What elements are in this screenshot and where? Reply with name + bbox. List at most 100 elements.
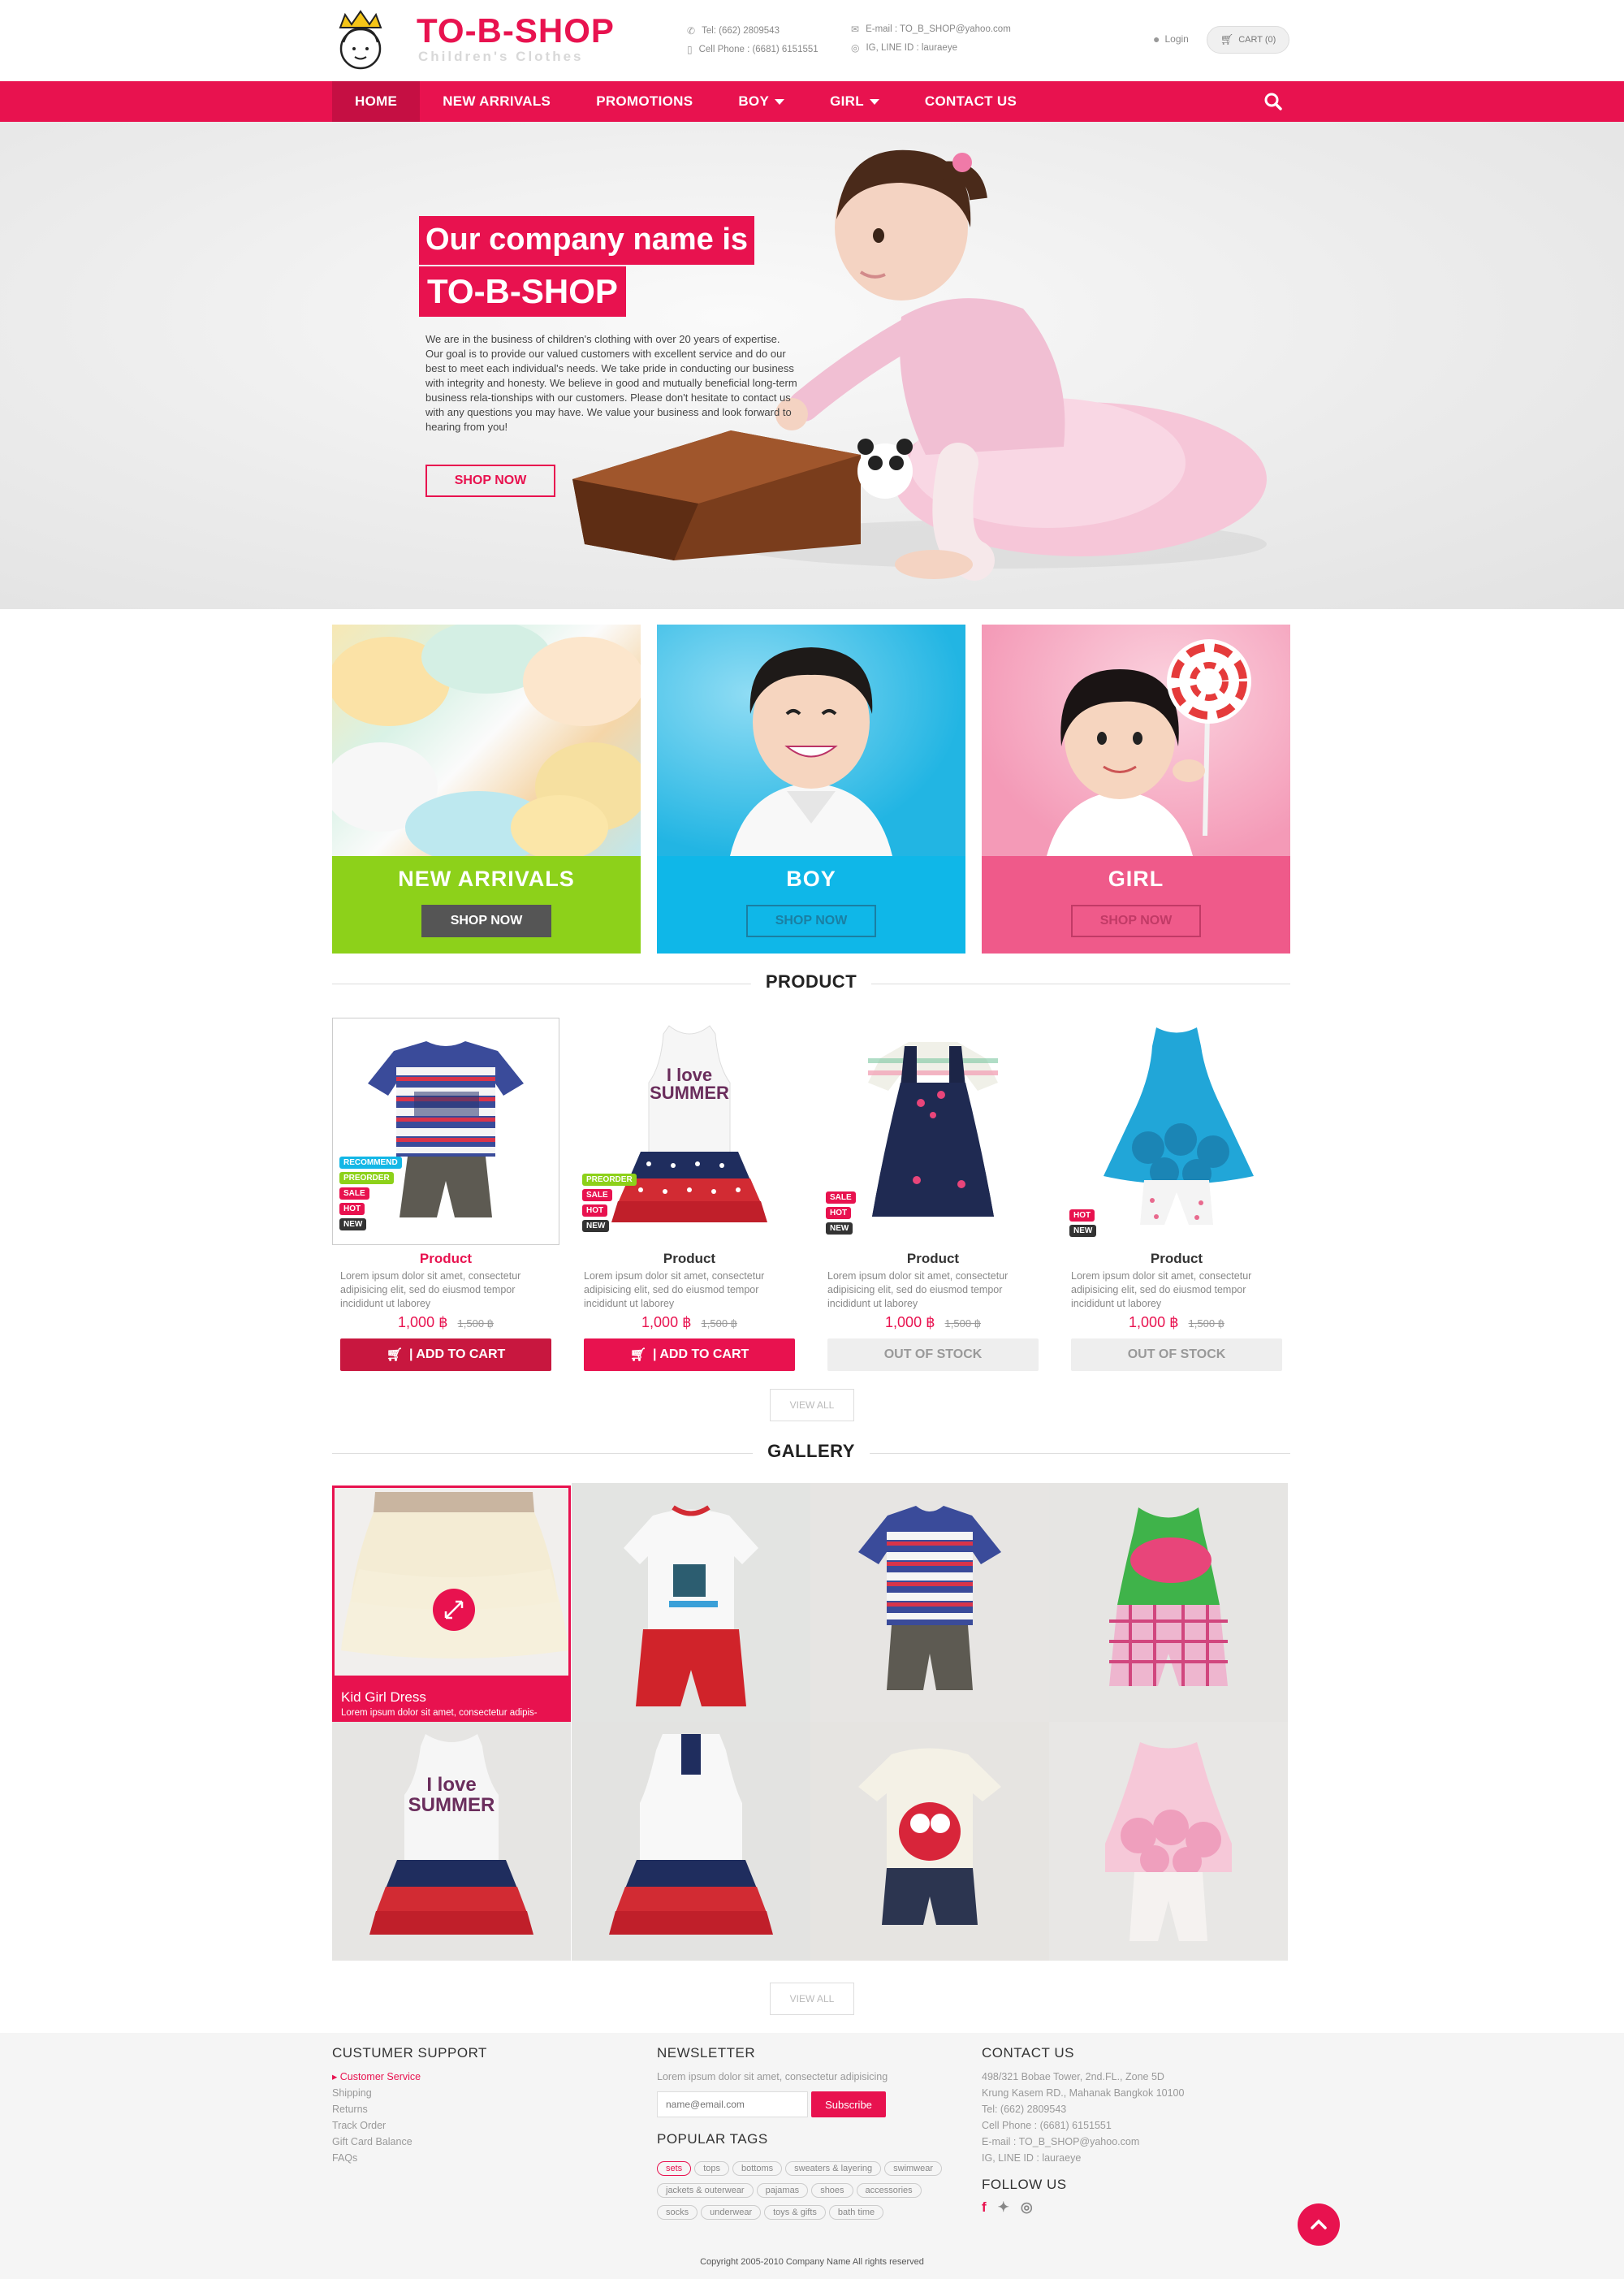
logo-icon[interactable]: [332, 10, 389, 73]
badge-sale: SALE: [826, 1191, 856, 1204]
product-badges: HOT NEW: [1069, 1209, 1097, 1237]
product-name[interactable]: Product: [819, 1251, 1047, 1267]
badge-hot: HOT: [339, 1203, 365, 1215]
nav-home[interactable]: HOME: [332, 81, 421, 122]
category-shop-now-new-arrivals[interactable]: SHOP NOW: [421, 905, 551, 937]
add-to-cart-button[interactable]: 🛒︎ | ADD TO CART: [584, 1338, 795, 1371]
contact-address-2: Krung Kasem RD., Mahanak Bangkok 10100: [982, 2087, 1185, 2099]
footer-newsletter-title: NEWSLETTER: [657, 2045, 756, 2061]
footer-contact-info: 498/321 Bobae Tower, 2nd.FL., Zone 5D Kr…: [982, 2069, 1184, 2166]
contact-address-1: 498/321 Bobae Tower, 2nd.FL., Zone 5D: [982, 2071, 1164, 2082]
tag-tops[interactable]: tops: [694, 2161, 729, 2176]
nav-new-arrivals[interactable]: NEW ARRIVALS: [420, 81, 573, 122]
nav-promotions[interactable]: PROMOTIONS: [573, 81, 715, 122]
badge-hot: HOT: [1069, 1209, 1095, 1222]
product-image[interactable]: SALE HOT NEW: [819, 1018, 1047, 1245]
nav-contact-us[interactable]: CONTACT US: [902, 81, 1039, 122]
category-shop-now-girl[interactable]: SHOP NOW: [1071, 905, 1201, 937]
nav-home-label: HOME: [355, 93, 398, 109]
tag-shoes[interactable]: shoes: [811, 2183, 853, 2198]
newsletter-email-input[interactable]: [657, 2091, 808, 2117]
product-image[interactable]: I love SUMMER PREORDER SALE HOT NEW: [576, 1018, 803, 1245]
cart-button[interactable]: 🛒︎ CART (0): [1207, 26, 1289, 54]
gallery-item[interactable]: [1049, 1483, 1288, 1722]
out-of-stock-button[interactable]: OUT OF STOCK: [827, 1338, 1039, 1371]
svg-text:SUMMER: SUMMER: [650, 1083, 729, 1103]
instagram-icon: ◎: [851, 42, 860, 54]
footer-link-track-order[interactable]: Track Order: [332, 2117, 421, 2134]
header-email: ✉ E-mail : TO_B_SHOP@yahoo.com: [851, 24, 1011, 35]
mobile-icon: ▯: [687, 44, 693, 55]
out-of-stock-button[interactable]: OUT OF STOCK: [1071, 1338, 1282, 1371]
cart-icon: 🛒︎: [386, 1348, 404, 1362]
view-all-products-button[interactable]: VIEW ALL: [770, 1389, 854, 1421]
popular-tags: sets tops bottoms sweaters & layering swimwe…: [657, 2160, 965, 2226]
nav-girl[interactable]: GIRL: [807, 81, 902, 122]
cart-icon: 🛒︎: [1220, 33, 1234, 45]
add-to-cart-button[interactable]: 🛒︎ | ADD TO CART: [340, 1338, 551, 1371]
price-current: 1,000 ฿: [885, 1314, 935, 1330]
tag-bath-time[interactable]: bath time: [828, 2205, 884, 2220]
header-cell-text: Cell Phone : (6681) 6151551: [698, 45, 818, 54]
tag-sets[interactable]: sets: [657, 2161, 692, 2176]
gallery-item[interactable]: I love SUMMER: [332, 1722, 571, 1961]
badge-sale: SALE: [582, 1189, 612, 1201]
view-all-gallery-button[interactable]: VIEW ALL: [770, 1983, 854, 2015]
contact-tel: Tel: (662) 2809543: [982, 2104, 1067, 2115]
header-email-text: E-mail : TO_B_SHOP@yahoo.com: [866, 24, 1011, 34]
price-old: 1,500 ฿: [944, 1317, 981, 1330]
gallery-item[interactable]: [572, 1483, 810, 1722]
tag-pajamas[interactable]: pajamas: [756, 2183, 809, 2198]
instagram-icon[interactable]: ◎: [1021, 2199, 1033, 2216]
product-name[interactable]: Product: [332, 1251, 559, 1267]
badge-hot: HOT: [826, 1207, 852, 1219]
tag-accessories[interactable]: accessories: [856, 2183, 922, 2198]
badge-hot: HOT: [582, 1204, 608, 1217]
main-nav: HOME NEW ARRIVALS PROMOTIONS BOY GIRL CO…: [0, 81, 1624, 122]
footer-support-title: CUSTUMER SUPPORT: [332, 2045, 487, 2061]
category-image-girl: [982, 625, 1290, 856]
nav-promotions-label: PROMOTIONS: [596, 93, 693, 109]
gallery-section-heading: GALLERY: [332, 1441, 1290, 1465]
category-card-new-arrivals[interactable]: NEW ARRIVALS SHOP NOW: [332, 625, 641, 954]
gallery-item[interactable]: [810, 1483, 1049, 1722]
login-link[interactable]: ● Login: [1153, 32, 1189, 45]
twitter-icon[interactable]: ✦: [998, 2199, 1009, 2216]
product-image[interactable]: RECOMMEND PREORDER SALE HOT NEW: [332, 1018, 559, 1245]
login-label: Login: [1164, 33, 1189, 45]
footer-link-gift-card-balance[interactable]: Gift Card Balance: [332, 2134, 421, 2150]
badge-new: NEW: [582, 1220, 610, 1232]
tag-bottoms[interactable]: bottoms: [732, 2161, 783, 2176]
gallery-item[interactable]: [572, 1722, 810, 1961]
product-name[interactable]: Product: [576, 1251, 803, 1267]
brand-name[interactable]: TO-B-SHOP: [417, 11, 615, 50]
tag-jackets-outerwear[interactable]: jackets & outerwear: [657, 2183, 754, 2198]
badge-preorder: PREORDER: [582, 1174, 637, 1186]
back-to-top-button[interactable]: [1298, 2203, 1340, 2246]
subscribe-button[interactable]: Subscribe: [811, 2091, 886, 2117]
product-image[interactable]: HOT NEW: [1063, 1018, 1290, 1245]
gallery-item[interactable]: [1049, 1722, 1288, 1961]
chevron-down-icon: [869, 98, 879, 105]
category-card-girl[interactable]: GIRL SHOP NOW: [982, 625, 1290, 954]
category-shop-now-boy[interactable]: SHOP NOW: [746, 905, 876, 937]
footer-link-shipping[interactable]: Shipping: [332, 2085, 421, 2101]
hero-title-line1: Our company name is: [419, 216, 755, 265]
nav-boy[interactable]: BOY: [715, 81, 807, 122]
category-title-boy: BOY: [786, 867, 836, 891]
tag-swimwear[interactable]: swimwear: [884, 2161, 943, 2176]
footer-link-returns[interactable]: Returns: [332, 2101, 421, 2117]
hero-shop-now-button[interactable]: SHOP NOW: [425, 465, 555, 497]
gallery-item-featured[interactable]: Kid Girl Dress Lorem ipsum dolor sit ame…: [332, 1485, 571, 1724]
tag-sweaters-layering[interactable]: sweaters & layering: [785, 2161, 882, 2176]
facebook-icon[interactable]: f: [982, 2199, 987, 2216]
footer-link-faqs[interactable]: FAQs: [332, 2150, 421, 2166]
footer-link-customer-service[interactable]: ▸ Customer Service: [332, 2069, 421, 2085]
tag-socks[interactable]: socks: [657, 2205, 698, 2220]
product-name[interactable]: Product: [1063, 1251, 1290, 1267]
gallery-item[interactable]: [810, 1722, 1049, 1961]
category-card-boy[interactable]: BOY SHOP NOW: [657, 625, 965, 954]
search-icon[interactable]: [1263, 92, 1283, 111]
tag-toys-gifts[interactable]: toys & gifts: [764, 2205, 826, 2220]
tag-underwear[interactable]: underwear: [701, 2205, 762, 2220]
